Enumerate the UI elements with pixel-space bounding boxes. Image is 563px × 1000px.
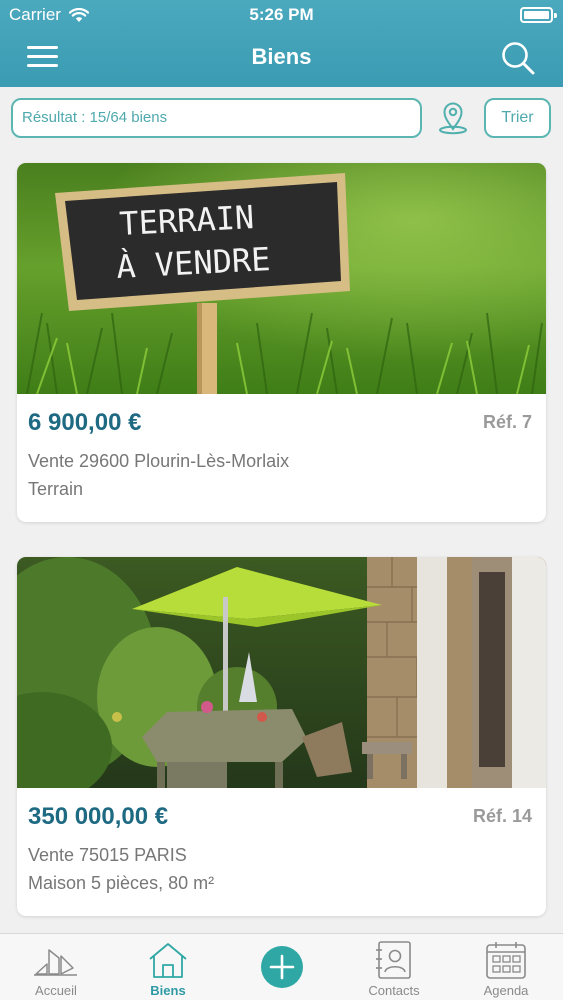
tab-label: Contacts — [368, 983, 420, 998]
listing-type: Maison 5 pièces, 80 m² — [28, 873, 215, 893]
listing-ref: Réf. 7 — [482, 412, 532, 432]
add-circle — [261, 946, 303, 988]
sign-text-line1: TERRAIN — [118, 198, 255, 243]
add-button[interactable] — [250, 934, 312, 1000]
tab-accueil[interactable]: Accueil — [16, 934, 96, 1000]
listing-type: Terrain — [28, 479, 84, 499]
house-patio-photo — [17, 557, 546, 788]
listing-card[interactable]: 350 000,00 € Réf. 14 Vente 75015 PARIS M… — [17, 557, 546, 916]
page-title: Biens — [251, 44, 312, 69]
tab-biens[interactable]: Biens — [128, 934, 208, 1000]
listing-card[interactable]: TERRAIN À VENDRE 6 900,00 € Réf. 7 Vente… — [17, 163, 546, 522]
bar-chart-icon — [34, 949, 77, 976]
tab-contacts[interactable]: Contacts — [352, 934, 436, 1000]
add-icon — [269, 954, 295, 980]
sort-button[interactable]: Trier — [484, 98, 551, 138]
search-icon — [502, 42, 535, 75]
calendar-icon — [486, 942, 526, 979]
listing-price: 350 000,00 € — [28, 803, 169, 830]
tab-agenda[interactable]: Agenda — [466, 934, 546, 1000]
listing-location: Vente 29600 Plourin-Lès-Morlaix — [28, 451, 290, 471]
status-bar: Carrier 5:26 PM — [0, 0, 563, 30]
listing-location: Vente 75015 PARIS — [28, 845, 187, 865]
map-button[interactable] — [436, 100, 470, 136]
listing-ref: Réf. 14 — [472, 806, 532, 826]
land-for-sale-photo: TERRAIN À VENDRE — [17, 163, 546, 394]
tab-label: Agenda — [483, 983, 529, 998]
tab-bar: Accueil Biens Contacts Agenda — [0, 933, 563, 1000]
screen: Carrier 5:26 PM Biens Résultat : 15/64 b… — [0, 0, 563, 1000]
contact-card-icon — [376, 941, 411, 979]
clock: 5:26 PM — [249, 5, 314, 24]
battery-icon — [520, 7, 557, 23]
map-pin-icon — [439, 102, 467, 135]
house-icon — [149, 943, 187, 978]
listing-price: 6 900,00 € — [28, 409, 142, 436]
tab-label: Accueil — [35, 983, 77, 998]
search-button[interactable] — [500, 40, 536, 76]
header: Carrier 5:26 PM Biens — [0, 0, 563, 87]
sign-text-line2: À VENDRE — [115, 240, 271, 286]
result-count-field[interactable]: Résultat : 15/64 biens — [11, 98, 422, 138]
tab-label: Biens — [150, 983, 186, 998]
